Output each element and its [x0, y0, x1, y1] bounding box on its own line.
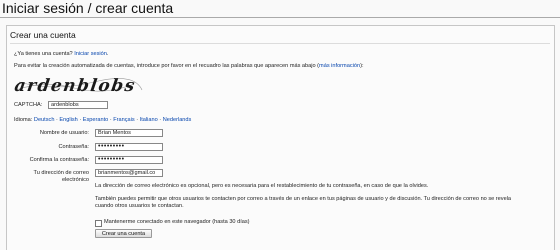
language-francais[interactable]: Français [113, 117, 134, 123]
email-help-contact-cont: cuando otros usuarios te contactan. [95, 203, 184, 209]
language-esperanto[interactable]: Esperanto [83, 117, 109, 123]
password-input[interactable]: ••••••••• [95, 143, 163, 151]
captcha-input[interactable]: ardenblobs [48, 101, 108, 109]
page-title: Iniciar sesión / crear cuenta [2, 0, 174, 16]
more-info-link[interactable]: más información [319, 63, 360, 69]
captcha-intro-end: ): [360, 63, 364, 69]
have-account-line: ¿Ya tienes una cuenta? Iniciar sesión. [14, 51, 108, 58]
language-english[interactable]: English [59, 117, 77, 123]
create-account-button[interactable]: Crear una cuenta [95, 229, 152, 238]
remember-label: Mantenerme conectado en este navegador (… [104, 219, 250, 225]
password-label: Contraseña: [58, 144, 89, 150]
username-label: Nombre de usuario: [39, 130, 89, 136]
captcha-image-text: ardenblobs [14, 76, 137, 96]
captcha-intro: Para evitar la creación automatizada de … [14, 63, 364, 70]
confirm-password-label: Confirma la contraseña: [29, 157, 89, 163]
username-input[interactable]: Brian Mentos [95, 129, 163, 137]
have-account-suffix: . [106, 51, 109, 57]
confirm-password-input[interactable]: ••••••••• [95, 156, 163, 164]
create-account-panel [6, 25, 555, 250]
have-account-prefix: ¿Ya tienes una cuenta? [14, 51, 73, 57]
email-input[interactable]: brianmentos@gmail.co [95, 169, 163, 177]
email-label-line-2: electrónico [61, 177, 89, 183]
email-help-optional: La dirección de correo electrónico es op… [95, 183, 429, 189]
form-legend: Crear una cuenta [10, 30, 79, 40]
language-selector: Idioma: Deutsch · English · Esperanto · … [14, 117, 192, 123]
email-label-line-1: Tu dirección de correo [33, 170, 89, 176]
email-label: Tu dirección de correo electrónico [14, 170, 89, 184]
language-label: Idioma: [14, 117, 33, 123]
login-link[interactable]: Iniciar sesión [74, 51, 107, 57]
email-help-contact: También puedes permitir que otros usuari… [95, 196, 512, 202]
language-deutsch[interactable]: Deutsch [34, 117, 55, 123]
captcha-image: ardenblobs [14, 76, 143, 96]
remember-checkbox[interactable] [95, 220, 102, 227]
captcha-label: CAPTCHA: [14, 102, 43, 108]
captcha-intro-text: Para evitar la creación automatizada de … [14, 63, 320, 69]
title-divider [0, 17, 560, 18]
legend-divider [10, 43, 550, 44]
language-nederlands[interactable]: Nederlands [163, 117, 192, 123]
language-italiano[interactable]: Italiano [140, 117, 158, 123]
